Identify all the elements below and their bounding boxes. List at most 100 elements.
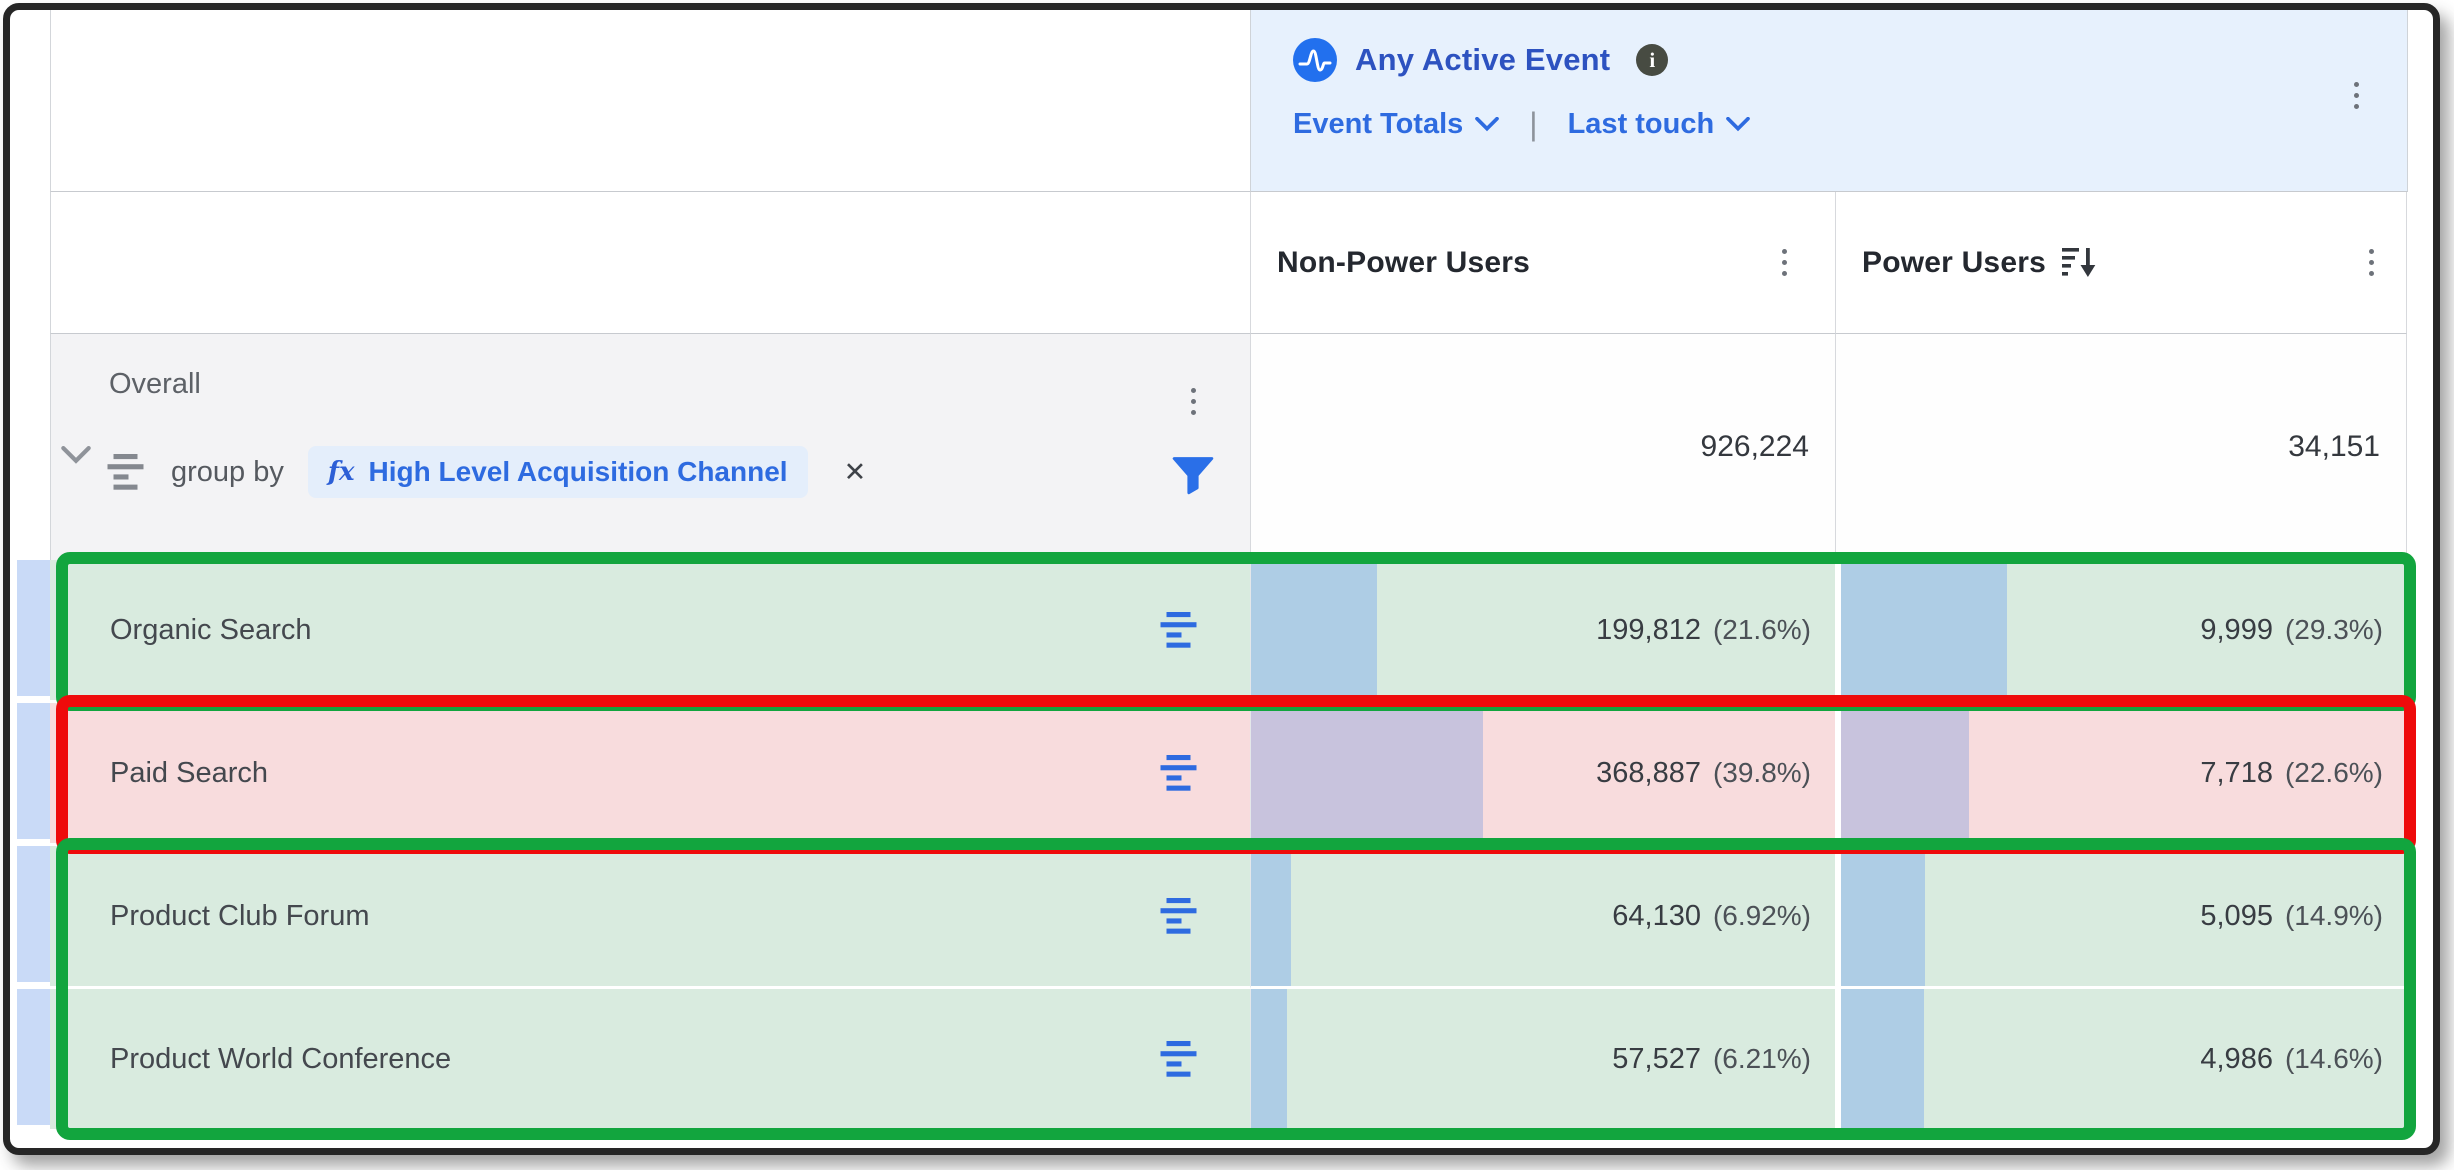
event-header-body: Any Active Event Event Totals | Last tou… [1251,10,1750,191]
metric-selector[interactable]: Event Totals [1293,108,1499,141]
value-percent: (14.9%) [2285,900,2383,932]
value-number: 7,718 [2200,757,2273,790]
sort-descending-icon[interactable] [2062,247,2100,279]
event-header-row: Any Active Event Event Totals | Last tou… [10,10,2433,192]
value-percent: (21.6%) [1713,614,1811,646]
left-gutter [10,10,50,192]
remove-group-by-icon[interactable]: ✕ [844,457,867,488]
value-cell[interactable]: 57,527 (6.21%) [1250,989,1835,1132]
row-gutter [10,560,50,703]
row-selection-strip[interactable] [17,703,51,839]
group-by-line: group by fx High Level Acquisition Chann… [107,446,866,498]
value-cell[interactable]: 7,718 (22.6%) [1835,703,2407,846]
amplitude-logo-icon [1293,38,1337,82]
value-number: 57,527 [1612,1043,1701,1076]
filter-funnel-icon[interactable] [1172,456,1214,496]
event-menu-kebab-icon[interactable] [2354,82,2359,109]
value-percent: (14.6%) [2285,1043,2383,1075]
value-cell[interactable]: 9,999 (29.3%) [1835,560,2407,703]
group-by-property-name: High Level Acquisition Channel [369,456,788,488]
value-text: 9,999 (29.3%) [1841,560,2407,700]
group-by-icon [1160,612,1200,648]
data-rows: Organic Search 199,812 (21.6%) 9,999 (29.3%)… [10,560,2433,1132]
column-header-non-power-users[interactable]: Non-Power Users [1250,192,1835,334]
column-label: Power Users [1862,246,2046,280]
header-label-spacer [50,10,1250,192]
overall-value: 926,224 [1701,430,1809,464]
value-text: 4,986 (14.6%) [1841,989,2407,1129]
overall-value-non-power: 926,224 [1250,334,1835,560]
overall-menu-kebab-icon[interactable] [1191,388,1196,415]
row-label: Product World Conference [110,1043,451,1076]
value-percent: (29.3%) [2285,614,2383,646]
value-cell[interactable]: 368,887(39.8%) [1250,703,1835,846]
value-percent: (6.92%) [1713,900,1811,932]
value-percent: (39.8%) [1713,757,1811,789]
column-header-spacer [50,192,1250,334]
value-text: 7,718 (22.6%) [1841,703,2407,843]
row-group-by-icon[interactable] [1160,755,1200,791]
group-by-icon [1160,1041,1200,1077]
row-selection-strip[interactable] [17,989,51,1125]
column-menu-kebab-icon[interactable] [2369,249,2374,276]
row-selection-strip[interactable] [17,846,51,982]
event-selectors: Event Totals | Last touch [1293,106,1750,143]
column-menu-kebab-icon[interactable] [1782,249,1787,276]
overall-label-cell: Overall group by fx High Level Acquisiti… [50,334,1250,560]
value-number: 9,999 [2200,614,2273,647]
value-cell[interactable]: 5,095 (14.9%) [1835,846,2407,989]
event-title-line: Any Active Event [1293,38,1750,82]
row-gutter [10,989,50,1132]
value-text: 57,527 (6.21%) [1251,989,1835,1129]
row-label-cell[interactable]: Paid Search [50,703,1250,846]
value-cell[interactable]: 4,986 (14.6%) [1835,989,2407,1132]
row-label: Paid Search [110,757,268,790]
row-group-by-icon[interactable] [1160,612,1200,648]
row-group-by-icon[interactable] [1160,1041,1200,1077]
value-cell[interactable]: 64,130 (6.92%) [1250,846,1835,989]
left-gutter [10,334,50,560]
formula-fx-icon: fx [328,457,355,487]
value-text: 368,887(39.8%) [1251,703,1835,843]
row-gutter [10,703,50,846]
overall-value: 34,151 [2288,430,2380,464]
overall-row: Overall group by fx High Level Acquisiti… [10,334,2433,560]
row-label: Organic Search [110,614,312,647]
column-header-power-users[interactable]: Power Users [1835,192,2407,334]
value-number: 4,986 [2200,1043,2273,1076]
info-icon[interactable] [1636,44,1668,76]
chevron-down-icon [1475,117,1499,132]
attribution-selector-label: Last touch [1568,108,1715,141]
group-by-icon [1160,755,1200,791]
collapse-chevron-icon[interactable] [61,446,91,465]
table-row: Product Club Forum 64,130 (6.92%) 5,095 (14.… [10,846,2433,989]
overall-value-power: 34,151 [1835,334,2407,560]
row-selection-strip[interactable] [17,560,51,696]
row-label-cell[interactable]: Product World Conference [50,989,1250,1132]
value-text: 199,812 (21.6%) [1251,560,1835,700]
group-by-property-chip[interactable]: fx High Level Acquisition Channel [308,446,808,498]
value-percent: (22.6%) [2285,757,2383,789]
value-number: 199,812 [1596,614,1701,647]
group-by-label: group by [171,456,284,489]
row-label-cell[interactable]: Organic Search [50,560,1250,703]
column-header-row: Non-Power Users Power Users [10,192,2433,334]
row-label-cell[interactable]: Product Club Forum [50,846,1250,989]
value-cell[interactable]: 199,812 (21.6%) [1250,560,1835,703]
event-title[interactable]: Any Active Event [1355,42,1610,78]
row-group-by-icon[interactable] [1160,898,1200,934]
row-gutter [10,846,50,989]
chevron-down-icon [1726,117,1750,132]
group-by-icon [1160,898,1200,934]
event-header-card: Any Active Event Event Totals | Last tou… [1250,10,2408,192]
attribution-selector[interactable]: Last touch [1568,108,1751,141]
row-label: Product Club Forum [110,900,370,933]
table-row: Organic Search 199,812 (21.6%) 9,999 (29.3%) [10,560,2433,703]
left-gutter [10,192,50,334]
value-number: 64,130 [1612,900,1701,933]
table-row: Product World Conference 57,527 (6.21%) 4,9… [10,989,2433,1132]
value-percent: (6.21%) [1713,1043,1811,1075]
value-number: 5,095 [2200,900,2273,933]
group-by-icon [107,454,147,490]
metric-selector-label: Event Totals [1293,108,1463,141]
